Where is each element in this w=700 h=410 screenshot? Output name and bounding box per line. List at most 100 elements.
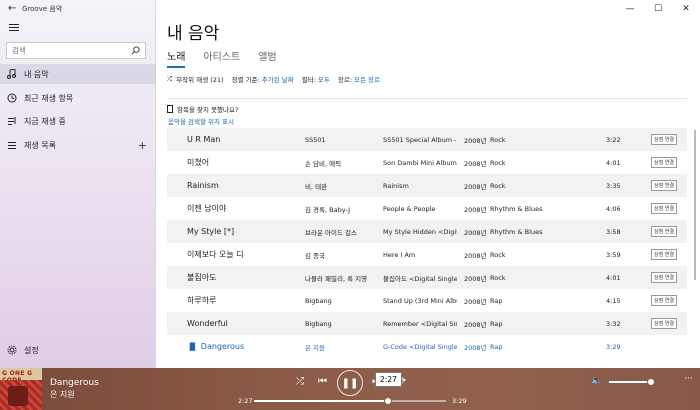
song-row[interactable]: ▐▌ Dangerous 은 지원 G-Code <Digital Single> 20… — [167, 335, 687, 358]
song-title: Rainism — [187, 181, 219, 190]
song-artist: 김 종국 — [305, 251, 326, 260]
search-icon[interactable] — [131, 46, 140, 55]
genre-dropdown[interactable]: 장르: 모든 장르 — [338, 74, 380, 84]
song-artist: 브라운 아이드 걸스 — [305, 228, 357, 237]
song-album: SS501 Special Album - U — [383, 135, 457, 144]
song-year: 2008년 — [464, 136, 487, 145]
song-duration: 4:06 — [606, 204, 621, 213]
song-genre: Rock — [490, 250, 506, 259]
sidebar-item-label: 내 음악 — [24, 69, 49, 79]
song-row[interactable]: Wonderful Bigbang Remember <Digital Single… — [167, 312, 687, 335]
filter-prefix: 필터: — [301, 76, 316, 84]
store-link-button[interactable]: 상점 연결 — [651, 272, 677, 283]
song-year: 2008년 — [464, 182, 487, 191]
song-artist: 김 경록, Baby-J — [305, 205, 351, 214]
volume-slider[interactable] — [609, 378, 655, 386]
song-title: 이젠 남이야 — [187, 204, 227, 213]
sidebar-item-label: 최근 재생 항목 — [24, 93, 74, 103]
shuffle-label: 무작위 재생 (21) — [176, 76, 224, 84]
back-arrow-icon[interactable]: ← — [8, 4, 22, 14]
pause-button[interactable]: ❚❚ — [337, 370, 363, 396]
missing-question: 항목을 찾지 못했나요? — [177, 106, 239, 114]
scrollbar[interactable] — [694, 130, 696, 280]
store-link-button[interactable]: 상점 연결 — [651, 318, 677, 329]
store-link-button[interactable]: 상점 연결 — [651, 226, 677, 237]
more-options-icon[interactable]: ··· — [684, 374, 693, 384]
sort-value[interactable]: 추가된 날짜 — [262, 74, 294, 84]
song-row[interactable]: Rainism 비, 테완 Rainism 2008년 Rock 3:35 상점 연결 — [167, 174, 687, 197]
genre-value[interactable]: 모든 장르 — [354, 74, 380, 84]
song-genre: Rap — [490, 342, 503, 351]
sidebar-item-now-playing[interactable]: 지금 재생 중 — [0, 111, 156, 131]
song-row[interactable]: 이젠 남이야 김 경록, Baby-J People & People 2008년 Rh… — [167, 197, 687, 220]
now-playing-artist[interactable]: 은 지원 — [50, 389, 75, 400]
now-playing-equalizer-icon: ▐▌ — [187, 343, 198, 351]
add-playlist-icon[interactable]: + — [138, 139, 147, 152]
title-bar: ← Groove 음악 — [0, 0, 155, 18]
previous-track-icon[interactable]: ⏮ — [318, 376, 327, 387]
seek-handle[interactable] — [384, 397, 393, 405]
sidebar-item-my-music[interactable]: 내 음악 — [0, 64, 156, 84]
sidebar-item-settings[interactable]: 설정 — [0, 340, 156, 360]
song-title: 불집아도 — [187, 273, 217, 282]
song-duration: 4:01 — [606, 273, 621, 282]
store-link-button[interactable]: 상점 연결 — [651, 180, 677, 191]
hamburger-menu-icon[interactable] — [9, 24, 19, 31]
store-link-button[interactable]: 상점 연결 — [651, 295, 677, 306]
song-title: My Style [*] — [187, 227, 235, 236]
search-box[interactable] — [6, 42, 146, 59]
tab-artists[interactable]: 아티스트 — [203, 48, 240, 68]
shuffle-toggle-icon[interactable]: ⤮ — [296, 376, 304, 387]
store-link-button[interactable]: 상점 연결 — [651, 134, 677, 145]
song-album: G-Code <Digital Single> — [383, 342, 457, 351]
song-row[interactable]: 불집아도 나몰라 패밀리, 록 지영 불집아도 <Digital Single> 20… — [167, 266, 687, 289]
song-row[interactable]: 하루하루 Bigbang Stand Up (3rd Mini Album 2008년… — [167, 289, 687, 312]
store-link-button[interactable]: 상점 연결 — [651, 203, 677, 214]
player-bar: G ONE G CODE Dangerous 은 지원 ⤮ ⏮ ❚❚ ⏭ ⟳ 2… — [0, 368, 700, 410]
minimize-icon[interactable]: — — [616, 0, 644, 18]
song-row[interactable]: 미쳤어 손 담비, 에픽 Son Dambi Mini Album V 2008년 Ro… — [167, 151, 687, 174]
missing-music-notice: 항목을 찾지 못했나요? 음악을 검색할 위치 표시 — [167, 98, 687, 128]
total-time: 3:29 — [452, 397, 467, 405]
store-link-button[interactable]: 상점 연결 — [651, 157, 677, 168]
song-artist: 나몰라 패밀리, 록 지영 — [305, 274, 368, 283]
filter-value[interactable]: 모두 — [318, 74, 330, 84]
song-year: 2008년 — [464, 297, 487, 306]
song-artist: Bigbang — [305, 319, 332, 328]
volume-icon[interactable]: 🔈 — [591, 376, 602, 386]
close-icon[interactable]: ✕ — [672, 0, 700, 18]
song-genre: Rhythm & Blues — [490, 204, 543, 213]
song-row[interactable]: My Style [*] 브라운 아이드 걸스 My Style Hidden <D… — [167, 220, 687, 243]
tab-albums[interactable]: 앨범 — [258, 48, 276, 68]
song-title-text: Dangerous — [200, 342, 245, 351]
volume-handle[interactable] — [647, 378, 655, 386]
shuffle-all-button[interactable]: ⤮ 무작위 재생 (21) — [167, 74, 224, 85]
window-controls: — ☐ ✕ — [616, 0, 700, 18]
song-title: ▐▌ Dangerous — [187, 342, 297, 351]
song-artist: Bigbang — [305, 296, 332, 305]
song-duration: 3:35 — [606, 181, 621, 190]
song-row[interactable]: U R Man SS501 SS501 Special Album - U 2008년… — [167, 128, 687, 151]
seek-time-tooltip: 2:27 — [375, 372, 402, 387]
sidebar-item-recent[interactable]: 최근 재생 항목 — [0, 88, 156, 108]
gear-icon — [0, 345, 20, 355]
song-album: People & People — [383, 204, 436, 213]
show-music-locations-link[interactable]: 음악을 검색할 위치 표시 — [167, 116, 687, 126]
song-year: 2008년 — [464, 159, 487, 168]
maximize-icon[interactable]: ☐ — [644, 0, 672, 18]
seek-bar[interactable] — [254, 397, 446, 405]
song-album: 불집아도 <Digital Single> — [383, 274, 457, 283]
settings-label: 설정 — [24, 345, 39, 355]
tab-songs[interactable]: 노래 — [167, 48, 186, 68]
song-row[interactable]: 이제보다 오늘 디 김 종국 Here I Am 2008년 Rock 3:59 상점 연결 — [167, 243, 687, 266]
song-artist: 손 담비, 에픽 — [305, 159, 342, 168]
search-input[interactable] — [12, 46, 130, 55]
now-playing-title[interactable]: Dangerous — [50, 378, 99, 388]
filter-dropdown[interactable]: 필터: 모두 — [302, 74, 330, 84]
toolbar: ⤮ 무작위 재생 (21) 정렬 기준: 추가된 날짜 필터: 모두 장르: 모… — [167, 74, 388, 85]
sort-dropdown[interactable]: 정렬 기준: 추가된 날짜 — [232, 74, 294, 84]
sidebar-item-playlists[interactable]: 재생 목록 + — [0, 135, 156, 155]
store-link-button[interactable]: 상점 연결 — [651, 249, 677, 260]
album-art[interactable]: G ONE G CODE — [0, 368, 42, 410]
song-year: 2008년 — [464, 228, 487, 237]
